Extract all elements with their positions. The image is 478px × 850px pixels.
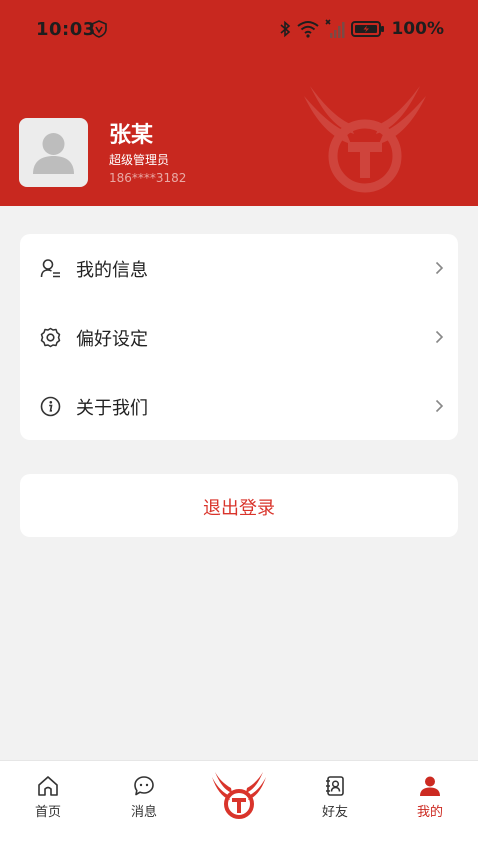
user-phone: 186****3182	[109, 171, 187, 185]
tab-label: 消息	[130, 805, 157, 820]
settings-menu: 我的信息 偏好设定 关于我们	[20, 234, 458, 440]
battery-icon	[351, 21, 385, 37]
battery-percent: 100%	[391, 19, 444, 39]
user-name: 张某	[109, 123, 154, 148]
gear-icon	[40, 327, 61, 348]
status-time: 10:03	[36, 19, 96, 40]
tab-label: 好友	[321, 805, 348, 820]
chevron-right-icon	[435, 261, 444, 275]
tab-mine[interactable]: 我的	[395, 761, 465, 831]
tab-label: 我的	[416, 805, 443, 820]
menu-item-my-info[interactable]: 我的信息	[20, 234, 458, 303]
status-bar: 10:03 100%	[0, 0, 478, 60]
chevron-right-icon	[435, 330, 444, 344]
logout-label: 退出登录	[203, 498, 275, 519]
brand-watermark-icon	[304, 86, 426, 193]
avatar[interactable]	[19, 118, 88, 187]
user-role: 超级管理员	[109, 153, 170, 167]
bottom-tab-bar: 首页 消息 好友 我的	[0, 760, 478, 850]
bluetooth-icon	[280, 20, 291, 38]
vpn-shield-icon	[91, 20, 107, 38]
menu-item-preferences[interactable]: 偏好设定	[20, 303, 458, 372]
brand-logo-icon[interactable]	[210, 769, 268, 821]
message-icon	[134, 776, 154, 796]
tab-messages[interactable]: 消息	[109, 761, 179, 831]
info-icon	[40, 396, 61, 417]
cellular-signal-icon	[325, 19, 345, 38]
menu-label: 关于我们	[76, 398, 148, 419]
logout-button[interactable]: 退出登录	[20, 474, 458, 537]
status-icons: 100%	[279, 18, 444, 40]
user-info-icon	[40, 259, 60, 278]
person-icon	[420, 776, 440, 796]
tab-label: 首页	[34, 805, 61, 820]
chevron-right-icon	[435, 399, 444, 413]
wifi-icon	[297, 21, 320, 38]
tab-home[interactable]: 首页	[13, 761, 83, 831]
menu-label: 偏好设定	[76, 329, 148, 350]
default-avatar-icon	[33, 133, 74, 174]
contacts-icon	[326, 776, 344, 796]
menu-label: 我的信息	[76, 260, 148, 281]
profile-header: 10:03 100% 张某 超级管理员 186****3182	[0, 0, 478, 206]
home-icon	[38, 776, 58, 796]
menu-item-about-us[interactable]: 关于我们	[20, 372, 458, 441]
tab-friends[interactable]: 好友	[300, 761, 370, 831]
